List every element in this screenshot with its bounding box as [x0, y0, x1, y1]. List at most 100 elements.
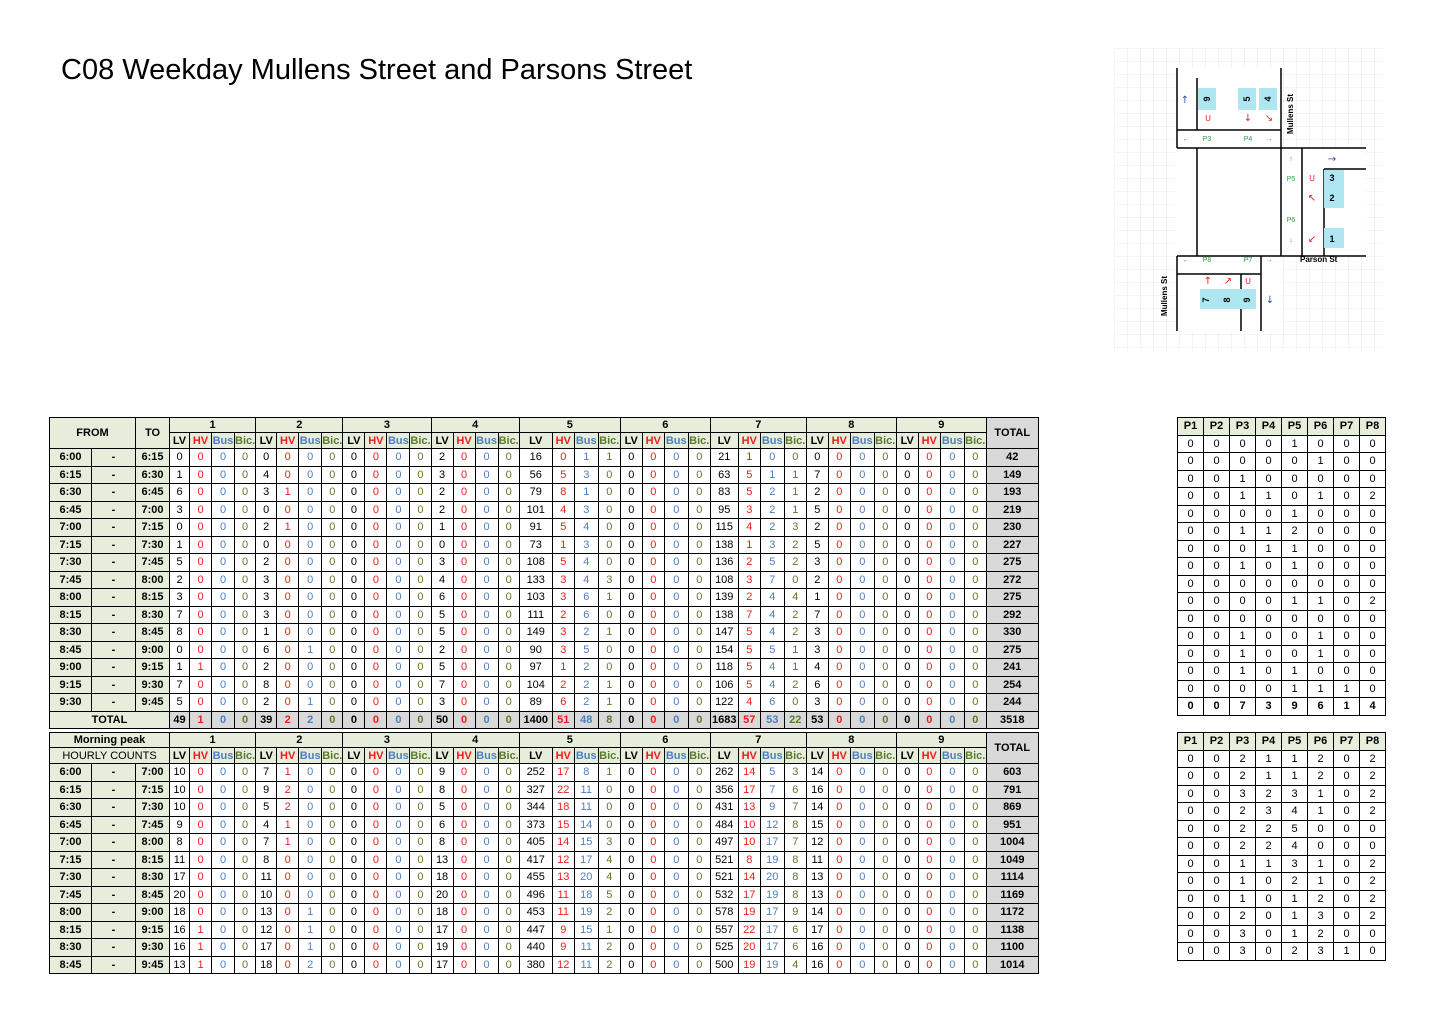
total-cell: 22	[783, 710, 807, 729]
cell-bic: 2	[783, 675, 807, 694]
to-time: 8:00	[135, 833, 170, 852]
cell-lv: 453	[518, 903, 553, 922]
cell-hv: 0	[641, 535, 665, 554]
to-time: 9:15	[135, 920, 170, 939]
ped-cell: 0	[1255, 557, 1282, 576]
ped-cell: 0	[1359, 942, 1386, 961]
cell-bus: 0	[386, 675, 411, 694]
cell-bus: 0	[939, 955, 965, 974]
ped-cell: 0	[1177, 487, 1204, 506]
morning-peak-label: Morning peak	[49, 732, 170, 748]
cell-bic: 1	[597, 920, 621, 939]
cell-bic: 0	[321, 570, 344, 589]
ped-cell: 2	[1281, 522, 1308, 541]
cell-hv: 0	[551, 448, 575, 467]
cell-bic: 0	[687, 535, 711, 554]
cell-hv: 0	[917, 850, 941, 869]
cell-lv: 356	[709, 780, 739, 799]
ped-total-cell: 0	[1177, 697, 1204, 716]
cell-bic: 0	[687, 920, 711, 939]
cell-bus: 0	[298, 850, 323, 869]
cell-lv: 2	[430, 448, 454, 467]
hourly-counts-table: Morning peak 1 2 3 4 5 6 7 8 9 TOTAL HOURLY COUNTS L…	[49, 732, 1039, 974]
ped-cell: 1	[1229, 872, 1256, 891]
cell-hv: 2	[737, 588, 761, 607]
cell-bus: 0	[939, 640, 965, 659]
ped-arrow-up-icon: ↑	[1289, 156, 1293, 163]
cell-lv: 5	[430, 623, 454, 642]
cell-lv: 5	[430, 658, 454, 677]
cell-lv: 16	[169, 920, 190, 939]
ped-row: 00011000	[1177, 539, 1386, 558]
dash-separator: -	[91, 448, 136, 467]
cell-bus: 0	[474, 850, 499, 869]
cell-bic: 0	[409, 903, 432, 922]
ped-row: 00302310	[1177, 942, 1386, 961]
cell-hv: 0	[827, 798, 851, 817]
cell-bus: 0	[211, 850, 235, 869]
row-total: 241	[985, 658, 1039, 677]
ped-cell: 0	[1229, 504, 1256, 523]
movement-header-9: 9	[895, 417, 987, 433]
cell-hv: 0	[827, 465, 851, 484]
cell-hv: 0	[827, 658, 851, 677]
cell-bus: 1	[573, 448, 599, 467]
ped-cell: 0	[1307, 819, 1334, 838]
ped-counts-table: P1 P2 P3 P4 P5 P6 P7 P8 0 0 0 0 1 0 0 0 0 0 0 0 0 1 0 0 0 0 1 0 0 0 0 0…	[1177, 417, 1386, 716]
table-row: 6:45-7:45 9 0 0 0 4 1 0 0 0 0 0 0 6 0 0 0 373 15 14 0 0 0 0 0 484…	[49, 815, 1039, 834]
ped-cell: 3	[1281, 784, 1308, 803]
table-row: 7:15-8:15 11 0 0 0 8 0 0 0 0 0 0 0 13 0 0 0 417 12 17 4 0 0 0 0 5…	[49, 850, 1039, 869]
cell-bic: 0	[873, 675, 897, 694]
cell-bus: 0	[211, 920, 235, 939]
table-row: 7:30-8:30 17 0 0 0 11 0 0 0 0 0 0 0 18 0 0 0 455 13 20 4 0 0 0 0…	[49, 868, 1039, 887]
cell-bic: 0	[687, 465, 711, 484]
total-cell: 50	[430, 710, 454, 729]
cell-lv: 3	[430, 465, 454, 484]
cell-bus: 1	[298, 640, 323, 659]
cell-hv: 0	[827, 780, 851, 799]
header-row-movements: FROM TO 1 2 3 4 5 6 7 8 9 TOTAL	[49, 417, 1039, 449]
cell-lv: 10	[169, 780, 190, 799]
ped-row: 00001110	[1177, 679, 1386, 698]
to-time: 8:15	[135, 850, 170, 869]
cell-bic: 0	[321, 483, 344, 502]
cell-lv: 111	[518, 605, 553, 624]
cell-bic: 0	[873, 955, 897, 974]
cell-lv: 484	[709, 815, 739, 834]
class-header-bic: Bic.	[687, 432, 711, 449]
ped-cell: 1	[1307, 644, 1334, 663]
cell-bic: 7	[783, 833, 807, 852]
cell-bus: 0	[849, 623, 875, 642]
from-time: 8:45	[49, 955, 92, 974]
cell-bic: 0	[497, 518, 520, 537]
ped-cell: 0	[1307, 522, 1334, 541]
cell-lv: 0	[342, 868, 366, 887]
cell-hv: 0	[364, 640, 388, 659]
table-row: 7:00-7:15 0 0 0 0 2 1 0 0 0 0 0 0 1 0 0 0 91 5 4 0 0 0 0 0 115 4 2 3…	[49, 518, 1039, 537]
cell-lv: 9	[430, 763, 454, 782]
cell-bus: 11	[573, 955, 599, 974]
cell-lv: 7	[255, 833, 278, 852]
cell-lv: 447	[518, 920, 553, 939]
movement-header-1: 1	[168, 732, 257, 748]
ped-cell: 1	[1281, 504, 1308, 523]
cell-lv: 0	[895, 535, 919, 554]
cell-bus: 0	[939, 605, 965, 624]
cell-lv: 6	[255, 640, 278, 659]
cell-lv: 6	[430, 815, 454, 834]
total-cell: 0	[211, 710, 235, 729]
cell-bic: 0	[783, 570, 807, 589]
cell-hv: 0	[917, 798, 941, 817]
cell-hv: 0	[641, 605, 665, 624]
ped-cell: 0	[1255, 609, 1282, 628]
cell-bus: 6	[573, 588, 599, 607]
cell-bus: 0	[474, 640, 499, 659]
cell-lv: 0	[895, 833, 919, 852]
cell-bic: 0	[233, 780, 257, 799]
ped-cell: 0	[1203, 434, 1230, 453]
cell-hv: 0	[189, 500, 212, 519]
cell-lv: 0	[342, 640, 366, 659]
cell-hv: 0	[364, 675, 388, 694]
movement-header-4: 4	[430, 417, 520, 433]
cell-bus: 11	[573, 798, 599, 817]
